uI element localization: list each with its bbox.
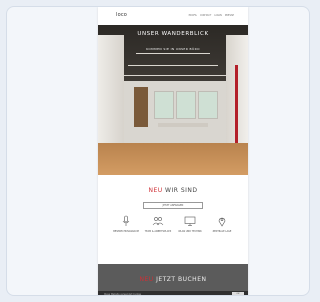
section-title: NEU WIR SIND: [98, 187, 248, 194]
hero-subtitle: KOMMEN SIE IN UNSER BÜRO: [146, 47, 200, 51]
feature-label: WLAN UND TECHNIK: [178, 230, 202, 233]
screen-icon: [184, 216, 196, 226]
cookie-accept-button[interactable]: OK: [232, 292, 244, 295]
window: [176, 91, 196, 119]
feature-item[interactable]: WLAN UND TECHNIK: [176, 215, 204, 233]
window: [198, 91, 218, 119]
contact-button[interactable]: JETZT ANFRAGEN: [143, 202, 203, 209]
cta-title-accent: NEU: [139, 276, 154, 283]
window: [154, 91, 174, 119]
hero-image: UNSER WANDERBLICK KOMMEN SIE IN UNSER BÜ…: [98, 25, 248, 175]
site-header: loco PROFIL CONTACT LOGIN PRESSE: [98, 7, 248, 25]
hero-title: UNSER WANDERBLICK: [137, 31, 209, 37]
section-title-text: WIR SIND: [162, 187, 198, 194]
website-preview: loco PROFIL CONTACT LOGIN PRESSE UNSER W…: [98, 7, 248, 296]
top-menu-item[interactable]: LOGIN: [214, 14, 221, 17]
top-menu: PROFIL CONTACT LOGIN PRESSE: [189, 14, 234, 17]
microphone-icon: [122, 215, 130, 226]
site-logo[interactable]: loco: [116, 12, 127, 18]
feature-item[interactable]: ZENTRALE LAGE: [208, 215, 236, 233]
feature-list: BESPRECHUNGSRAUM TEAM & ARBEITSPLATZ WLA…: [112, 215, 236, 233]
screenshot-card: loco PROFIL CONTACT LOGIN PRESSE UNSER W…: [6, 6, 310, 296]
people-icon: [152, 217, 164, 226]
top-menu-item[interactable]: PRESSE: [225, 14, 234, 17]
cta-banner: NEU JETZT BUCHEN Diese Website verwendet…: [98, 264, 248, 296]
ceiling-light: [128, 65, 218, 66]
cookie-bar: Diese Website verwendet Cookies OK: [98, 291, 248, 296]
feature-item[interactable]: TEAM & ARBEITSPLATZ: [144, 215, 172, 233]
feature-label: ZENTRALE LAGE: [212, 230, 232, 233]
top-menu-item[interactable]: PROFIL: [189, 14, 197, 17]
location-pin-icon: [218, 217, 226, 227]
ceiling-light: [120, 75, 226, 76]
cta-title-text: JETZT BUCHEN: [153, 276, 207, 283]
section-title-accent: NEU: [148, 187, 163, 194]
door: [134, 87, 148, 127]
feature-label: TEAM & ARBEITSPLATZ: [144, 230, 172, 233]
desk: [158, 123, 208, 127]
wooden-floor: [98, 143, 248, 175]
ceiling-light: [136, 53, 210, 54]
feature-label: BESPRECHUNGSRAUM: [113, 230, 139, 233]
red-pillar: [235, 65, 238, 145]
left-wall: [98, 35, 124, 145]
cookie-text: Diese Website verwendet Cookies: [104, 292, 142, 296]
top-menu-item[interactable]: CONTACT: [200, 14, 211, 17]
cta-title[interactable]: NEU JETZT BUCHEN: [98, 276, 248, 283]
feature-item[interactable]: BESPRECHUNGSRAUM: [112, 215, 140, 233]
